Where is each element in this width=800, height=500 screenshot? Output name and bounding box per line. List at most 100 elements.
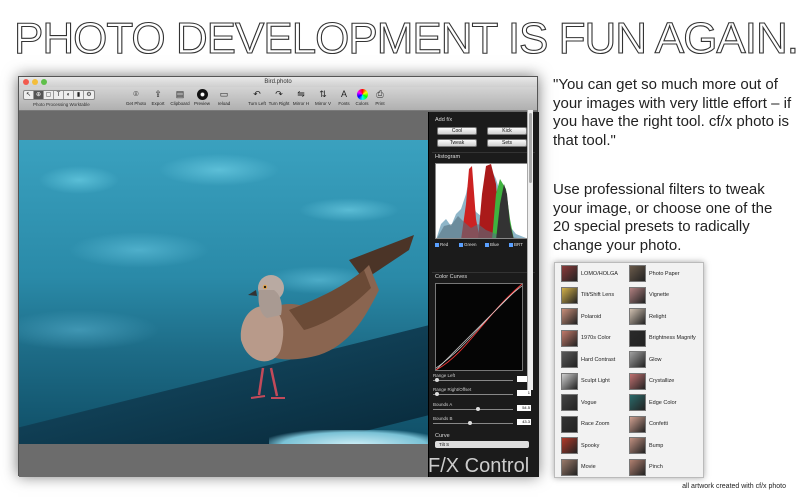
slider-value-field[interactable]: 54.5 xyxy=(517,405,531,411)
preset-item[interactable]: Tilt/Shift Lens xyxy=(555,285,629,307)
slider-value-field[interactable]: 43.3 xyxy=(517,419,531,425)
curves-graph[interactable] xyxy=(435,283,523,371)
preset-label: Photo Paper xyxy=(649,270,680,277)
curve-select[interactable]: Tilt S xyxy=(435,441,529,448)
mode-button[interactable]: T xyxy=(54,91,64,99)
preset-label: Bump xyxy=(649,442,664,449)
testimonial-quote: "You can get so much more out of your im… xyxy=(553,76,792,149)
preset-item[interactable]: Hard Contrast xyxy=(555,349,629,371)
channel-brt-checkbox[interactable]: BRT xyxy=(509,242,523,247)
minimize-button[interactable] xyxy=(32,79,38,85)
slider-knob[interactable] xyxy=(468,421,473,425)
kick-button[interactable]: Kick xyxy=(487,127,527,135)
toolbar-button-print[interactable]: ⎙ Print xyxy=(369,89,391,106)
toolbar-button-export[interactable]: ⇪ Export xyxy=(147,89,169,106)
slider-track[interactable] xyxy=(433,409,513,410)
preset-thumbnail xyxy=(561,286,578,304)
preset-item[interactable]: Spooky xyxy=(555,435,629,457)
preset-item[interactable]: LOMO/HOLGA xyxy=(555,263,629,285)
slider-label: Range Right/Offset xyxy=(433,387,472,392)
cool-button[interactable]: Cool xyxy=(437,127,477,135)
slider-track[interactable] xyxy=(433,394,513,395)
toolbar-button-label: reload xyxy=(217,101,231,106)
preset-item[interactable]: Confetti xyxy=(623,414,697,436)
preset-item[interactable]: Movie xyxy=(555,457,629,479)
mirror-h-icon: ⇋ xyxy=(297,89,305,99)
panel-scrollbar[interactable] xyxy=(527,110,533,390)
toolbar-button-preview[interactable]: Preview xyxy=(191,89,213,106)
preset-item[interactable]: Bump xyxy=(623,435,697,457)
slider-bounds-b[interactable]: Bounds B 43.3 xyxy=(433,416,533,425)
preset-item[interactable]: Vogue xyxy=(555,392,629,414)
toolbar-button-label: Export xyxy=(151,101,165,106)
preset-item[interactable]: Polaroid xyxy=(555,306,629,328)
preset-item[interactable]: Brightness Magnify xyxy=(623,328,697,350)
tweak-button[interactable]: Tweak xyxy=(437,139,477,147)
preset-thumbnail xyxy=(629,286,646,304)
histogram-header: Histogram • xyxy=(432,152,535,160)
preset-thumbnail xyxy=(629,265,646,283)
camera-icon: ⌾ xyxy=(133,89,139,99)
slider-bounds-a[interactable]: Bounds A 54.5 xyxy=(433,402,533,411)
window-controls xyxy=(23,79,47,85)
preset-item[interactable]: 1970s Color xyxy=(555,328,629,350)
preset-thumbnail xyxy=(629,308,646,326)
slider-value-field[interactable]: 1 xyxy=(517,390,531,396)
photo-canvas[interactable] xyxy=(19,140,428,444)
toolbar-button-clipboard[interactable]: ▤ Clipboard xyxy=(169,89,191,106)
channel-green-checkbox[interactable]: Green xyxy=(459,242,477,247)
credit-text: all artwork created with cf/x photo xyxy=(682,483,786,490)
preset-item[interactable]: Race Zoom xyxy=(555,414,629,436)
toolbar-button-turn-left[interactable]: ↶ Turn Left xyxy=(246,89,268,106)
mode-button[interactable]: ⚙ xyxy=(84,91,94,99)
preset-item[interactable]: Pinch xyxy=(623,457,697,479)
toolbar-button-label: Print xyxy=(375,101,385,106)
toolbar-button-mirror-v[interactable]: ⇅ Mirror V xyxy=(312,89,334,106)
bird-photo xyxy=(240,235,414,399)
toolbar-button-turn-right[interactable]: ↷ Turn Right xyxy=(268,89,290,106)
preset-label: Glow xyxy=(649,356,662,363)
preset-item[interactable]: Crystallize xyxy=(623,371,697,393)
channel-blue-checkbox[interactable]: Blue xyxy=(485,242,499,247)
mode-button[interactable]: ◐ xyxy=(64,91,74,99)
mode-button[interactable]: ↖ xyxy=(24,91,34,99)
slider-knob[interactable] xyxy=(435,392,440,396)
slider-label: Bounds B xyxy=(433,416,453,421)
slider-knob[interactable] xyxy=(435,378,440,382)
slider-knob[interactable] xyxy=(475,407,480,411)
slider-track[interactable] xyxy=(433,380,513,381)
slider-range-right-offset[interactable]: Range Right/Offset 1 xyxy=(433,387,533,396)
toolbar-button-label: Turn Left xyxy=(248,101,266,106)
mode-button[interactable]: ▢ xyxy=(44,91,54,99)
preset-label: Spooky xyxy=(581,442,600,449)
preset-item[interactable]: Relight xyxy=(623,306,697,328)
clipboard-icon: ▤ xyxy=(175,89,185,99)
preset-label: Crystallize xyxy=(649,378,675,385)
preset-label: LOMO/HOLGA xyxy=(581,270,618,277)
mode-button[interactable]: ▮ xyxy=(74,91,84,99)
preset-item[interactable]: Sculpt Light xyxy=(555,371,629,393)
zoom-button[interactable] xyxy=(41,79,47,85)
curve-label: Curve xyxy=(435,433,450,439)
preset-thumbnail xyxy=(561,458,578,476)
channel-red-checkbox[interactable]: Red xyxy=(435,242,448,247)
slider-track[interactable] xyxy=(433,423,513,424)
histogram-title: Histogram xyxy=(435,154,461,160)
toolbar-button-mirror-h[interactable]: ⇋ Mirror H xyxy=(290,89,312,106)
preset-label: Race Zoom xyxy=(581,421,610,428)
mode-selector[interactable]: ↖ ⊕ ▢ T ◐ ▮ ⚙ xyxy=(23,90,95,100)
slider-range-left[interactable]: Range Left1 xyxy=(433,373,533,382)
preset-label: Vignette xyxy=(649,292,670,299)
toolbar-button-reload[interactable]: ▭ reload xyxy=(213,89,235,106)
preset-item[interactable]: Photo Paper xyxy=(623,263,697,285)
preset-item[interactable]: Vignette xyxy=(623,285,697,307)
close-button[interactable] xyxy=(23,79,29,85)
preset-item[interactable]: Edge Color xyxy=(623,392,697,414)
preset-thumbnail xyxy=(561,415,578,433)
preset-thumbnail xyxy=(629,329,646,347)
mode-button[interactable]: ⊕ xyxy=(34,91,44,99)
add-fx-title: Add f/x xyxy=(435,117,453,123)
preset-item[interactable]: Glow xyxy=(623,349,697,371)
toolbar-button-get-photo[interactable]: ⌾ Get Photo xyxy=(125,89,147,106)
sets-button[interactable]: Sets xyxy=(487,139,527,147)
